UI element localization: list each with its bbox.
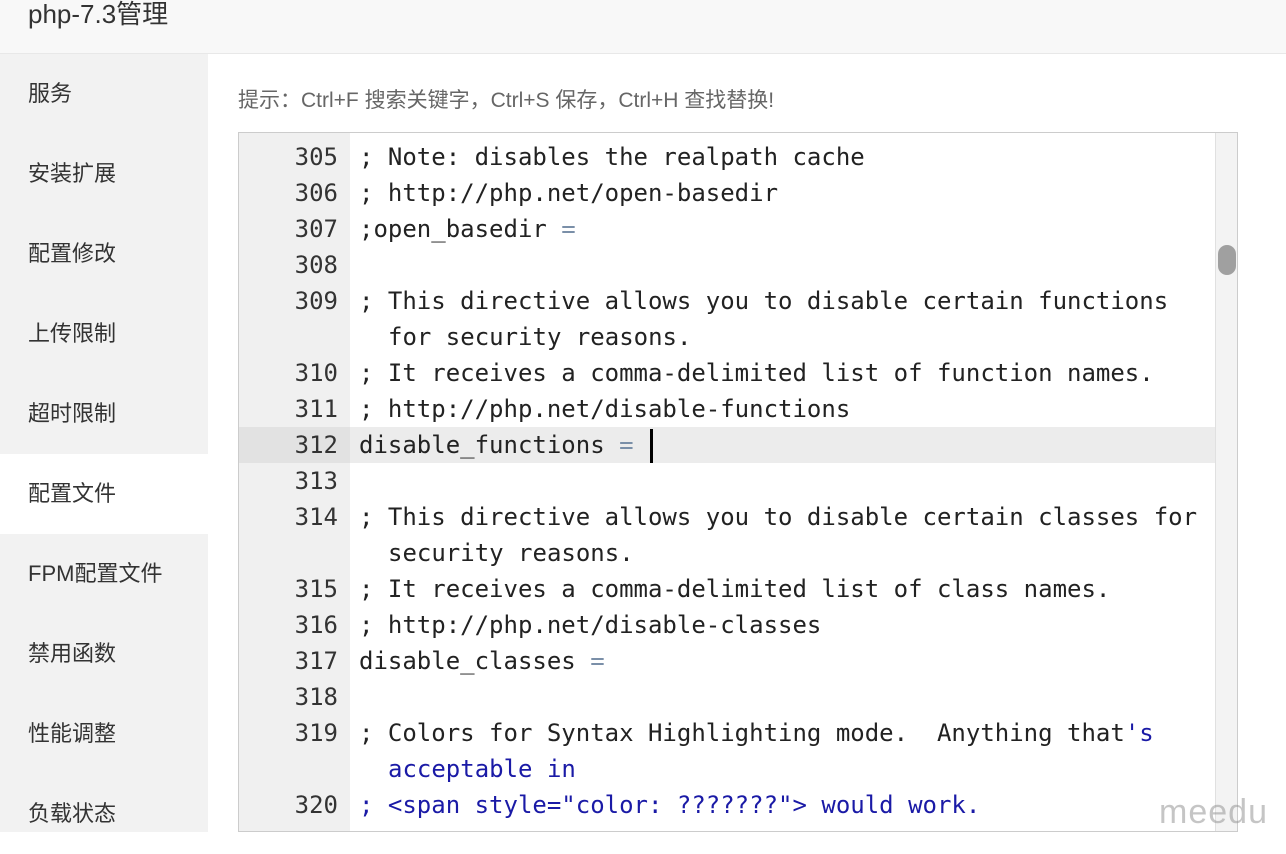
line-text: ; It receives a comma-delimited list of …	[359, 575, 1111, 603]
line-text: ; http://php.net/disable-classes	[359, 611, 822, 639]
sidebar-item-timeout-limit[interactable]: 超时限制	[0, 374, 208, 454]
assign-operator: =	[546, 215, 576, 243]
code-line[interactable]: 309 ; This directive allows you to disab…	[239, 283, 1216, 355]
line-text: ; Note: disables the realpath cache	[359, 143, 865, 171]
sidebar-item-config-file[interactable]: 配置文件	[0, 454, 208, 534]
line-number: 314	[294, 503, 338, 531]
code-line[interactable]: 316 ; http://php.net/disable-classes	[239, 607, 1216, 643]
code-line[interactable]: 319 ; Colors for Syntax Highlighting mod…	[239, 715, 1216, 787]
code-line-current[interactable]: 312 disable_functions =	[239, 427, 1216, 463]
line-text: ; This directive allows you to disable c…	[359, 287, 1183, 351]
sidebar-item-load-status[interactable]: 负载状态	[0, 774, 208, 854]
watermark: meedu	[1159, 793, 1268, 831]
string-token: ; <span style="color: ???????"> would wo…	[359, 791, 981, 819]
title-bar: php-7.3管理	[0, 0, 1286, 54]
assign-operator: =	[575, 647, 605, 675]
line-text: ;open_basedir	[359, 215, 547, 243]
line-number: 311	[294, 395, 338, 423]
line-number: 310	[294, 359, 338, 387]
code-line[interactable]: 307 ;open_basedir =	[239, 211, 1216, 247]
code-lines[interactable]: 305 ; Note: disables the realpath cache …	[239, 139, 1216, 823]
line-number: 312	[239, 427, 350, 463]
line-number: 307	[294, 215, 338, 243]
sidebar-item-service[interactable]: 服务	[0, 54, 208, 134]
code-line[interactable]: 317 disable_classes =	[239, 643, 1216, 679]
line-number: 319	[294, 719, 338, 747]
line-text: ; Colors for Syntax Highlighting mode. A…	[359, 719, 1125, 747]
sidebar-item-disabled-functions[interactable]: 禁用函数	[0, 614, 208, 694]
code-line[interactable]: 311 ; http://php.net/disable-functions	[239, 391, 1216, 427]
line-number: 306	[294, 179, 338, 207]
line-number: 315	[294, 575, 338, 603]
line-text: ; This directive allows you to disable c…	[359, 503, 1212, 567]
sidebar-item-fpm-config-file[interactable]: FPM配置文件	[0, 534, 208, 614]
line-number: 308	[294, 251, 338, 279]
sidebar-item-config-modify[interactable]: 配置修改	[0, 214, 208, 294]
line-number: 316	[294, 611, 338, 639]
line-number: 309	[294, 287, 338, 315]
line-text: disable_functions	[359, 431, 605, 459]
line-text: ; http://php.net/open-basedir	[359, 179, 779, 207]
code-line[interactable]: 308	[239, 247, 1216, 283]
line-text: disable_classes	[359, 647, 576, 675]
line-number: 305	[294, 143, 338, 171]
code-line[interactable]: 310 ; It receives a comma-delimited list…	[239, 355, 1216, 391]
line-text: ; It receives a comma-delimited list of …	[359, 359, 1154, 387]
editor-vertical-scrollbar[interactable]	[1215, 133, 1237, 831]
text-cursor	[650, 429, 653, 463]
code-line[interactable]: 318	[239, 679, 1216, 715]
line-text: ; http://php.net/disable-functions	[359, 395, 851, 423]
window-title: php-7.3管理	[28, 0, 169, 29]
scrollbar-thumb[interactable]	[1218, 245, 1236, 275]
sidebar-item-install-extension[interactable]: 安装扩展	[0, 134, 208, 214]
sidebar-menu: 服务 安装扩展 配置修改 上传限制 超时限制 配置文件 FPM配置文件 禁用函数…	[0, 54, 208, 832]
shortcut-hint: 提示：Ctrl+F 搜索关键字，Ctrl+S 保存，Ctrl+H 查找替换!	[238, 89, 775, 112]
code-line[interactable]: 314 ; This directive allows you to disab…	[239, 499, 1216, 571]
code-line[interactable]: 306 ; http://php.net/open-basedir	[239, 175, 1216, 211]
line-number: 317	[294, 647, 338, 675]
code-line[interactable]: 313	[239, 463, 1216, 499]
config-code-editor[interactable]: 305 ; Note: disables the realpath cache …	[238, 132, 1238, 832]
sidebar-item-upload-limit[interactable]: 上传限制	[0, 294, 208, 374]
code-line[interactable]: 315 ; It receives a comma-delimited list…	[239, 571, 1216, 607]
line-number: 320	[294, 791, 338, 819]
assign-operator: =	[604, 431, 648, 459]
code-line[interactable]: 305 ; Note: disables the realpath cache	[239, 139, 1216, 175]
line-number: 313	[294, 467, 338, 495]
line-number: 318	[294, 683, 338, 711]
sidebar-item-performance-tuning[interactable]: 性能调整	[0, 694, 208, 774]
code-line[interactable]: 320 ; <span style="color: ???????"> woul…	[239, 787, 1216, 823]
